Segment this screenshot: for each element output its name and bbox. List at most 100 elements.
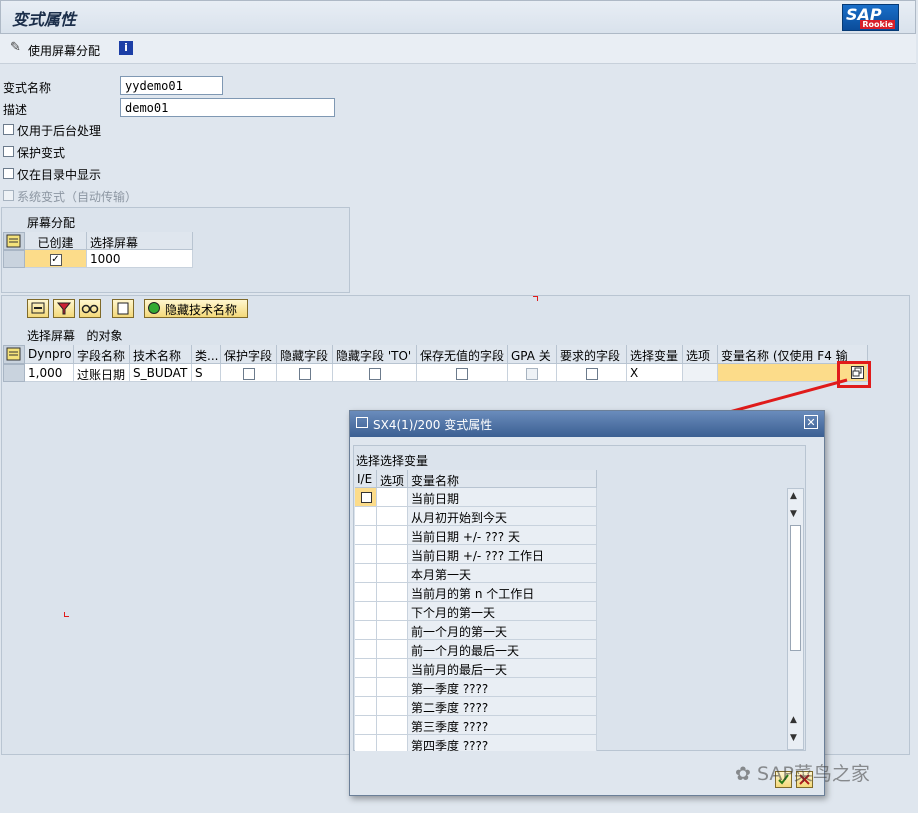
scroll-up-icon[interactable]: ▲	[790, 491, 797, 501]
col-tech-name: 技术名称	[130, 345, 192, 364]
info-icon[interactable]: i	[119, 41, 133, 55]
variable-name-cell[interactable]: 前一个月的第一天	[408, 621, 597, 640]
row-selector[interactable]	[3, 250, 25, 268]
variable-name-cell[interactable]: 当前日期	[408, 488, 597, 507]
list-item[interactable]: 从月初开始到今天	[355, 507, 597, 526]
protect-variant-checkbox[interactable]	[3, 146, 14, 157]
variable-name-cell[interactable]: 第一季度 ????	[408, 678, 597, 697]
hide-tech-names-button[interactable]: 隐藏技术名称	[144, 299, 248, 318]
option-cell[interactable]	[377, 507, 408, 526]
ie-cell[interactable]	[355, 659, 377, 678]
ie-cell[interactable]	[355, 602, 377, 621]
list-item[interactable]: 第三季度 ????	[355, 716, 597, 735]
hide-tech-names-label: 隐藏技术名称	[165, 303, 238, 317]
variable-name-cell[interactable]: 当前日期 +/- ??? 工作日	[408, 545, 597, 564]
option-cell[interactable]	[377, 640, 408, 659]
close-icon[interactable]: ✕	[804, 415, 818, 429]
ie-cell[interactable]	[355, 621, 377, 640]
hide-to-checkbox[interactable]	[368, 368, 381, 380]
option-cell[interactable]	[377, 659, 408, 678]
option-cell[interactable]	[377, 697, 408, 716]
variable-name-cell[interactable]: 本月第一天	[408, 564, 597, 583]
ie-cell[interactable]	[355, 507, 377, 526]
list-item[interactable]: 前一个月的第一天	[355, 621, 597, 640]
watermark-text: SAP菜鸟之家	[756, 763, 870, 785]
list-item[interactable]: 第四季度 ????	[355, 735, 597, 751]
filter-icon[interactable]	[53, 299, 75, 318]
table-settings-icon[interactable]	[3, 232, 25, 250]
variant-name-input[interactable]	[120, 76, 223, 95]
protect-variant-label: 保护变式	[17, 146, 66, 160]
catalog-only-checkbox[interactable]	[3, 168, 14, 179]
option-cell[interactable]	[377, 602, 408, 621]
ie-cell[interactable]	[355, 583, 377, 602]
list-item[interactable]: 本月第一天	[355, 564, 597, 583]
variable-name-cell[interactable]: 下个月的第一天	[408, 602, 597, 621]
protect-checkbox[interactable]	[242, 368, 255, 380]
background-only-checkbox[interactable]	[3, 124, 14, 135]
layout-icon[interactable]	[112, 299, 134, 318]
option-cell[interactable]	[377, 583, 408, 602]
ie-cell[interactable]	[355, 735, 377, 751]
ie-cell[interactable]	[355, 697, 377, 716]
option-cell[interactable]	[377, 564, 408, 583]
col-protect: 保护字段	[221, 345, 277, 364]
screen-assign-button[interactable]: 使用屏幕分配	[28, 42, 100, 59]
window-icon	[356, 417, 368, 428]
binoculars-icon[interactable]	[79, 299, 101, 318]
description-input[interactable]	[120, 98, 335, 117]
list-item[interactable]: 第一季度 ????	[355, 678, 597, 697]
list-item[interactable]: 当前月的第 n 个工作日	[355, 583, 597, 602]
variable-name-cell[interactable]: 从月初开始到今天	[408, 507, 597, 526]
variable-name-cell[interactable]: 当前日期 +/- ??? 天	[408, 526, 597, 545]
objects-table-settings-icon[interactable]	[3, 345, 25, 364]
scroll-down-icon[interactable]: ▼	[790, 509, 797, 519]
list-item[interactable]: 下个月的第一天	[355, 602, 597, 621]
f4-help-icon[interactable]	[361, 492, 372, 503]
option-cell[interactable]	[377, 545, 408, 564]
ie-cell[interactable]	[355, 678, 377, 697]
print-icon[interactable]	[27, 299, 49, 318]
variable-name-cell[interactable]: 当前月的第 n 个工作日	[408, 583, 597, 602]
col-required: 要求的字段	[557, 345, 627, 364]
option-cell[interactable]	[377, 526, 408, 545]
list-item[interactable]: 当前日期 +/- ??? 天	[355, 526, 597, 545]
ie-cell[interactable]	[355, 564, 377, 583]
objects-row-selector[interactable]	[3, 364, 25, 382]
option-cell[interactable]	[377, 621, 408, 640]
scroll-down2-icon[interactable]: ▼	[790, 733, 797, 743]
variable-name-cell[interactable]: 第三季度 ????	[408, 716, 597, 735]
selection-screen-cell[interactable]: 1000	[87, 250, 193, 268]
option-cell[interactable]	[377, 678, 408, 697]
ie-cell[interactable]	[355, 640, 377, 659]
variable-name-cell[interactable]: 第二季度 ????	[408, 697, 597, 716]
list-item[interactable]: 当前日期	[355, 488, 597, 507]
list-item[interactable]: 前一个月的最后一天	[355, 640, 597, 659]
variable-name-cell[interactable]: 第四季度 ????	[408, 735, 597, 751]
option-cell[interactable]	[377, 735, 408, 751]
save-empty-checkbox[interactable]	[456, 368, 468, 380]
ie-cell[interactable]	[355, 545, 377, 564]
col-dlg-var-name: 变量名称	[408, 470, 597, 488]
scroll-thumb[interactable]	[790, 525, 801, 651]
pencil-icon[interactable]: ✎	[10, 40, 21, 55]
variant-name-label: 变式名称	[3, 81, 52, 95]
logo-sub: Rookie	[860, 20, 895, 29]
hide-checkbox[interactable]	[298, 368, 311, 380]
variable-name-cell[interactable]: 当前月的最后一天	[408, 659, 597, 678]
variable-name-cell[interactable]: 前一个月的最后一天	[408, 640, 597, 659]
ie-cell[interactable]	[355, 716, 377, 735]
list-item[interactable]: 第二季度 ????	[355, 697, 597, 716]
option-cell[interactable]	[377, 488, 408, 507]
ie-cell[interactable]	[355, 488, 377, 507]
dialog-scrollbar[interactable]: ▲ ▼ ▲ ▼	[787, 488, 804, 750]
ie-cell[interactable]	[355, 526, 377, 545]
col-ie: I/E	[355, 470, 377, 488]
option-cell[interactable]	[377, 716, 408, 735]
col-field-name: 字段名称	[74, 345, 130, 364]
col-option: 选项	[683, 345, 718, 364]
created-checkbox[interactable]: ✓	[49, 254, 62, 266]
scroll-up2-icon[interactable]: ▲	[790, 715, 797, 725]
list-item[interactable]: 当前日期 +/- ??? 工作日	[355, 545, 597, 564]
list-item[interactable]: 当前月的最后一天	[355, 659, 597, 678]
